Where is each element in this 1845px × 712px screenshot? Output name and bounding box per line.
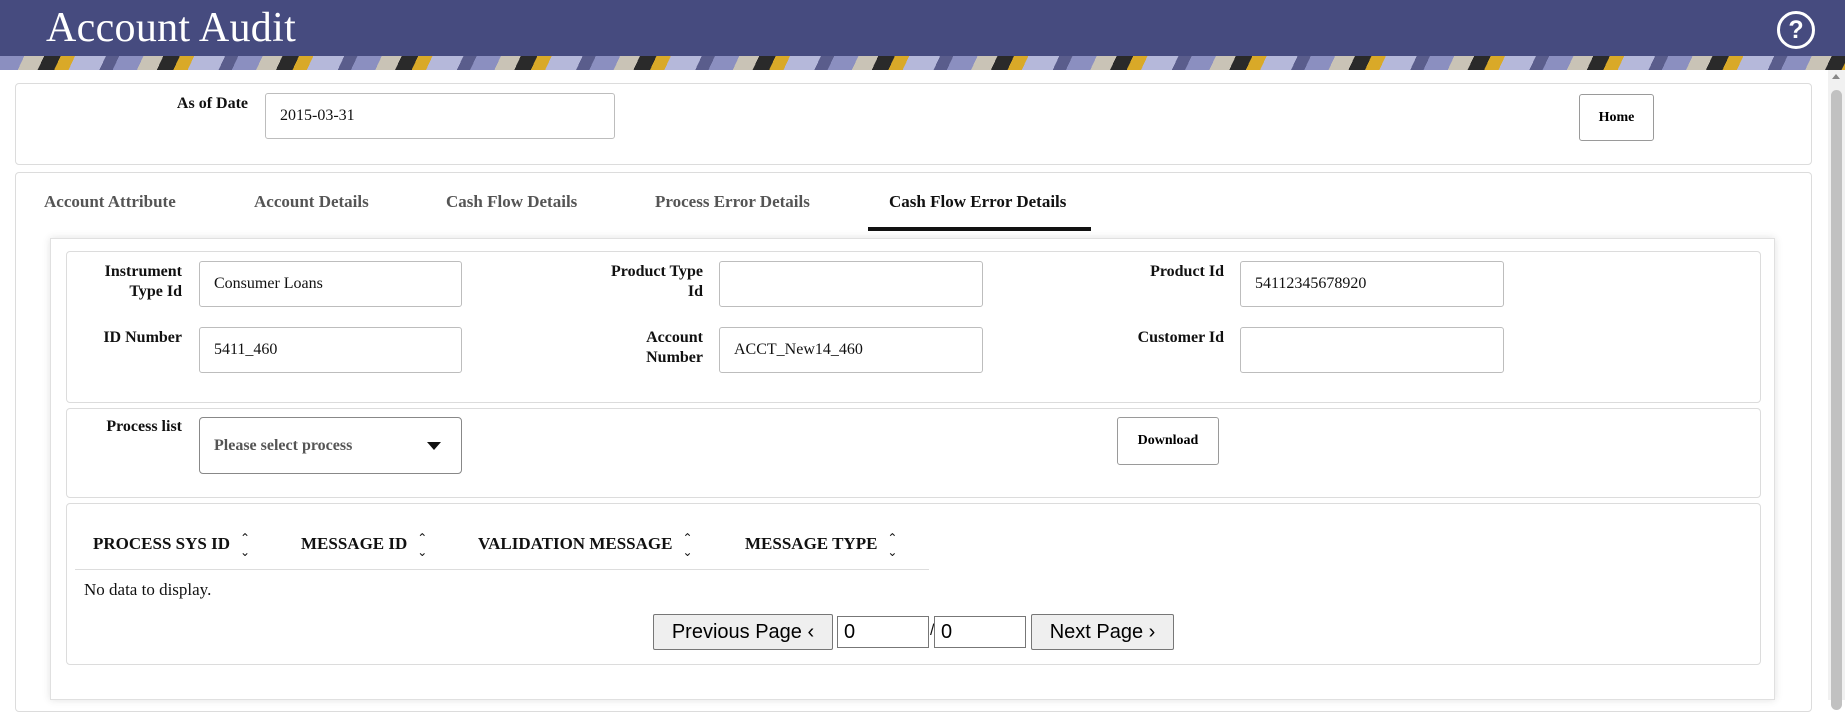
- product-type-id-label-line2: Id: [687, 283, 703, 300]
- app-header: Account Audit ?: [0, 0, 1845, 56]
- product-type-id-label: Product Type Id: [572, 262, 703, 302]
- id-number-input[interactable]: [199, 327, 462, 373]
- process-list-placeholder: Please select process: [214, 437, 353, 454]
- scroll-thumb[interactable]: [1831, 90, 1842, 710]
- customer-id-input[interactable]: [1240, 327, 1504, 373]
- decorative-banner: [0, 56, 1845, 70]
- sort-icon: ⌃ ⌄: [887, 531, 898, 559]
- customer-id-label: Customer Id: [1137, 329, 1224, 346]
- account-number-label-line1: Account: [646, 329, 703, 346]
- instrument-type-id-input[interactable]: [199, 261, 462, 307]
- scroll-up-arrow[interactable]: [1832, 74, 1840, 79]
- sort-icon: ⌃ ⌄: [417, 531, 428, 559]
- empty-table-message: No data to display.: [84, 580, 212, 599]
- active-tab-indicator: [868, 227, 1091, 231]
- instrument-type-id-label: Instrument Type Id: [70, 262, 182, 302]
- id-number-label: ID Number: [103, 329, 182, 346]
- account-number-label: Account Number: [572, 328, 703, 368]
- product-type-id-input[interactable]: [719, 261, 983, 307]
- column-process-sys-id-label: PROCESS SYS ID: [93, 533, 230, 553]
- tab-cash-flow-error-details[interactable]: Cash Flow Error Details: [889, 192, 1066, 212]
- column-message-id[interactable]: MESSAGE ID ⌃ ⌄: [301, 531, 427, 559]
- total-pages-input[interactable]: [934, 616, 1026, 648]
- download-button[interactable]: Download: [1117, 417, 1219, 465]
- product-id-input[interactable]: [1240, 261, 1504, 307]
- page-title: Account Audit: [46, 5, 297, 51]
- instrument-type-id-label-line1: Instrument: [104, 263, 182, 280]
- home-button[interactable]: Home: [1579, 94, 1654, 141]
- chevron-right-icon: ›: [1148, 621, 1156, 643]
- product-id-label: Product Id: [1150, 263, 1224, 280]
- sort-icon: ⌃ ⌄: [682, 531, 693, 559]
- help-icon[interactable]: ?: [1777, 11, 1815, 49]
- tab-cash-flow-details[interactable]: Cash Flow Details: [446, 192, 577, 212]
- tab-account-details[interactable]: Account Details: [254, 192, 369, 212]
- account-number-input[interactable]: [719, 327, 983, 373]
- current-page-input[interactable]: [837, 616, 929, 648]
- chevron-down-icon: [427, 442, 441, 450]
- column-process-sys-id[interactable]: PROCESS SYS ID ⌃ ⌄: [93, 531, 250, 559]
- column-message-type[interactable]: MESSAGE TYPE ⌃ ⌄: [745, 531, 897, 559]
- sort-icon: ⌃ ⌄: [240, 531, 251, 559]
- account-number-label-line2: Number: [646, 349, 703, 366]
- as-of-date-input[interactable]: [265, 93, 615, 139]
- product-type-id-label-line1: Product Type: [610, 263, 703, 280]
- column-validation-message[interactable]: VALIDATION MESSAGE ⌃ ⌄: [478, 531, 693, 559]
- page-scrollbar[interactable]: [1828, 70, 1845, 710]
- tab-account-attribute[interactable]: Account Attribute: [44, 192, 176, 212]
- tab-process-error-details[interactable]: Process Error Details: [655, 192, 810, 212]
- previous-page-button[interactable]: Previous Page ‹: [653, 614, 833, 650]
- chevron-left-icon: ‹: [807, 621, 815, 643]
- as-of-date-label: As of Date: [176, 95, 248, 112]
- table-header-divider: [75, 569, 929, 570]
- next-page-button[interactable]: Next Page ›: [1031, 614, 1174, 650]
- column-message-type-label: MESSAGE TYPE: [745, 533, 878, 553]
- column-message-id-label: MESSAGE ID: [301, 533, 408, 553]
- process-list-select[interactable]: Please select process: [199, 417, 462, 474]
- next-page-label: Next Page: [1049, 621, 1144, 643]
- process-list-label: Process list: [106, 418, 182, 435]
- column-validation-message-label: VALIDATION MESSAGE: [478, 533, 673, 553]
- previous-page-label: Previous Page: [671, 621, 802, 643]
- instrument-type-id-label-line2: Type Id: [129, 283, 182, 300]
